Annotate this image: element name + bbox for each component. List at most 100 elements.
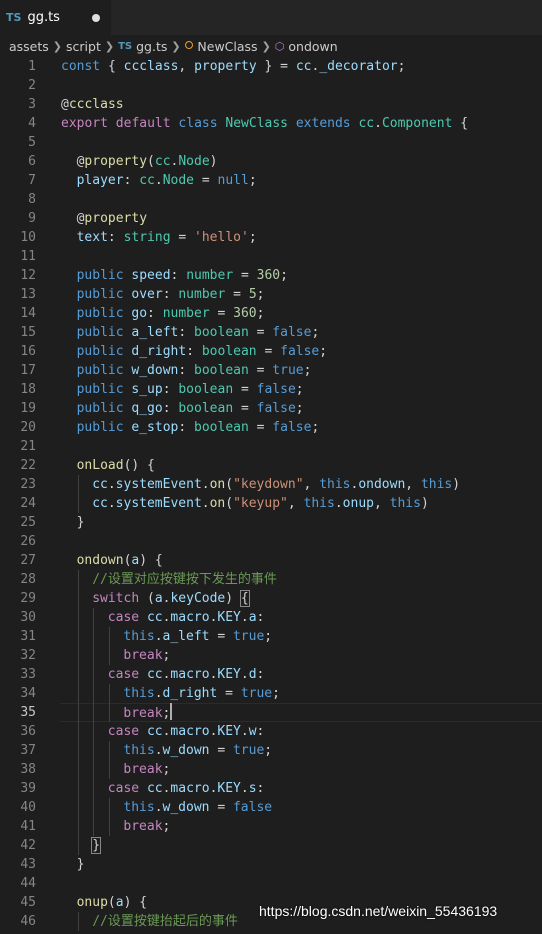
code-token: KEY xyxy=(217,724,241,739)
code-line[interactable]: 42} xyxy=(0,836,542,855)
code-line[interactable]: 13 public over: number = 5; xyxy=(0,285,542,304)
code-line[interactable]: 17 public w_down: boolean = true; xyxy=(0,361,542,380)
code-token: cc xyxy=(146,781,163,796)
line-number: 23 xyxy=(20,477,36,492)
code-line[interactable]: 2 xyxy=(0,76,542,95)
code-token: ( xyxy=(225,496,234,511)
code-token: = xyxy=(233,268,257,283)
code-line[interactable]: 35 break; xyxy=(0,703,542,722)
indent-guide xyxy=(77,703,79,722)
chevron-right-icon: ❯ xyxy=(52,39,63,53)
code-text: case cc.macro.KEY.d: xyxy=(108,665,265,684)
code-editor[interactable]: 1 const { ccclass, property } = cc._decor… xyxy=(0,57,542,934)
code-line[interactable]: 32 break; xyxy=(0,646,542,665)
code-line[interactable]: 38 break; xyxy=(0,760,542,779)
code-line[interactable]: 19 public q_go: boolean = false; xyxy=(0,399,542,418)
code-line[interactable]: 5 xyxy=(0,133,542,152)
code-line[interactable]: 43} xyxy=(0,855,542,874)
watermark: https://blog.csdn.net/weixin_55436193 xyxy=(259,903,498,919)
code-token: () { xyxy=(123,458,155,473)
code-token: boolean xyxy=(194,363,249,378)
breadcrumb-item-assets[interactable]: assets xyxy=(9,39,49,54)
code-line[interactable]: 44 xyxy=(0,874,542,893)
code-token: : xyxy=(170,268,187,283)
breadcrumb-item-method[interactable]: ondown xyxy=(288,39,337,54)
code-token: //设置对应按键按下发生的事件 xyxy=(92,572,277,587)
code-line[interactable]: 4 export default class NewClass extends c… xyxy=(0,114,542,133)
code-token: d_right xyxy=(131,344,187,359)
code-line[interactable]: 28 //设置对应按键按下发生的事件 xyxy=(0,570,542,589)
line-number: 35 xyxy=(20,705,36,720)
indent-guide xyxy=(77,798,79,817)
code-token: , xyxy=(287,496,304,511)
code-line[interactable]: 26 xyxy=(0,532,542,551)
code-token: } xyxy=(76,515,85,530)
unsaved-dot-icon[interactable] xyxy=(92,14,100,22)
code-token: ccclass xyxy=(68,97,124,112)
code-line[interactable]: 29 switch (a.keyCode) { xyxy=(0,589,542,608)
tab-gg-ts[interactable]: TS gg.ts xyxy=(0,0,111,35)
code-token: keyCode xyxy=(170,591,226,606)
line-number: 29 xyxy=(20,591,36,606)
code-line[interactable]: 16 public d_right: boolean = false; xyxy=(0,342,542,361)
indent-guide xyxy=(93,646,95,665)
code-line[interactable]: 11 xyxy=(0,247,542,266)
line-number: 20 xyxy=(20,420,36,435)
code-line[interactable]: 23 cc.systemEvent.on("keydown", this.ondo… xyxy=(0,475,542,494)
code-text: public over: number = 5; xyxy=(77,285,265,304)
code-line[interactable]: 27 ondown(a) { xyxy=(0,551,542,570)
code-line[interactable]: 24 cc.systemEvent.on("keyup", this.onup, … xyxy=(0,494,542,513)
code-text: this.a_left = true; xyxy=(123,627,272,646)
code-token: this xyxy=(123,743,155,758)
code-line[interactable]: 1 const { ccclass, property } = cc._decor… xyxy=(0,57,542,76)
code-line[interactable]: 9 @property xyxy=(0,209,542,228)
code-token: boolean xyxy=(201,344,257,359)
line-number: 7 xyxy=(28,173,36,188)
code-line[interactable]: 34 this.d_right = true; xyxy=(0,684,542,703)
code-line[interactable]: 8 xyxy=(0,190,542,209)
code-token: on xyxy=(209,496,226,511)
code-token: "keyup" xyxy=(233,496,288,511)
code-token: } xyxy=(76,857,85,872)
breadcrumb-item-script[interactable]: script xyxy=(66,39,101,54)
code-line[interactable]: 12 public speed: number = 360; xyxy=(0,266,542,285)
code-line[interactable]: 33 case cc.macro.KEY.d: xyxy=(0,665,542,684)
breadcrumb-item-file[interactable]: gg.ts xyxy=(136,39,167,54)
code-line[interactable]: 20 public e_stop: boolean = false; xyxy=(0,418,542,437)
code-line[interactable]: 21 xyxy=(0,437,542,456)
indent-guide xyxy=(77,817,79,836)
code-token: macro xyxy=(170,781,210,796)
line-number: 34 xyxy=(20,686,36,701)
line-number: 33 xyxy=(20,667,36,682)
code-line[interactable]: 30 case cc.macro.KEY.a: xyxy=(0,608,542,627)
line-number: 21 xyxy=(20,439,36,454)
code-token: cc xyxy=(146,667,163,682)
code-line[interactable]: 40 this.w_down = false xyxy=(0,798,542,817)
code-token: this xyxy=(123,629,155,644)
code-line[interactable]: 41 break; xyxy=(0,817,542,836)
code-line[interactable]: 10 text: string = 'hello'; xyxy=(0,228,542,247)
code-token: public xyxy=(76,268,124,283)
typescript-file-icon: TS xyxy=(6,11,22,24)
code-token: cc xyxy=(146,724,163,739)
code-line[interactable]: 22 onLoad() { xyxy=(0,456,542,475)
code-line[interactable]: 25} xyxy=(0,513,542,532)
indent-guide xyxy=(77,589,79,608)
code-line[interactable]: 7 player: cc.Node = null; xyxy=(0,171,542,190)
code-line[interactable]: 6 @property(cc.Node) xyxy=(0,152,542,171)
code-line[interactable]: 36 case cc.macro.KEY.w: xyxy=(0,722,542,741)
indent-guide xyxy=(93,684,95,703)
code-token: = xyxy=(248,363,273,378)
code-line[interactable]: 37 this.w_down = true; xyxy=(0,741,542,760)
code-line[interactable]: 18 public s_up: boolean = false; xyxy=(0,380,542,399)
code-line[interactable]: 14 public go: number = 360; xyxy=(0,304,542,323)
code-token: export xyxy=(61,116,108,131)
breadcrumb-item-class[interactable]: NewClass xyxy=(197,39,257,54)
code-line[interactable]: 39 case cc.macro.KEY.s: xyxy=(0,779,542,798)
code-line[interactable]: 15 public a_left: boolean = false; xyxy=(0,323,542,342)
code-line[interactable]: 3 @ccclass xyxy=(0,95,542,114)
line-number: 40 xyxy=(20,800,36,815)
code-line[interactable]: 31 this.a_left = true; xyxy=(0,627,542,646)
